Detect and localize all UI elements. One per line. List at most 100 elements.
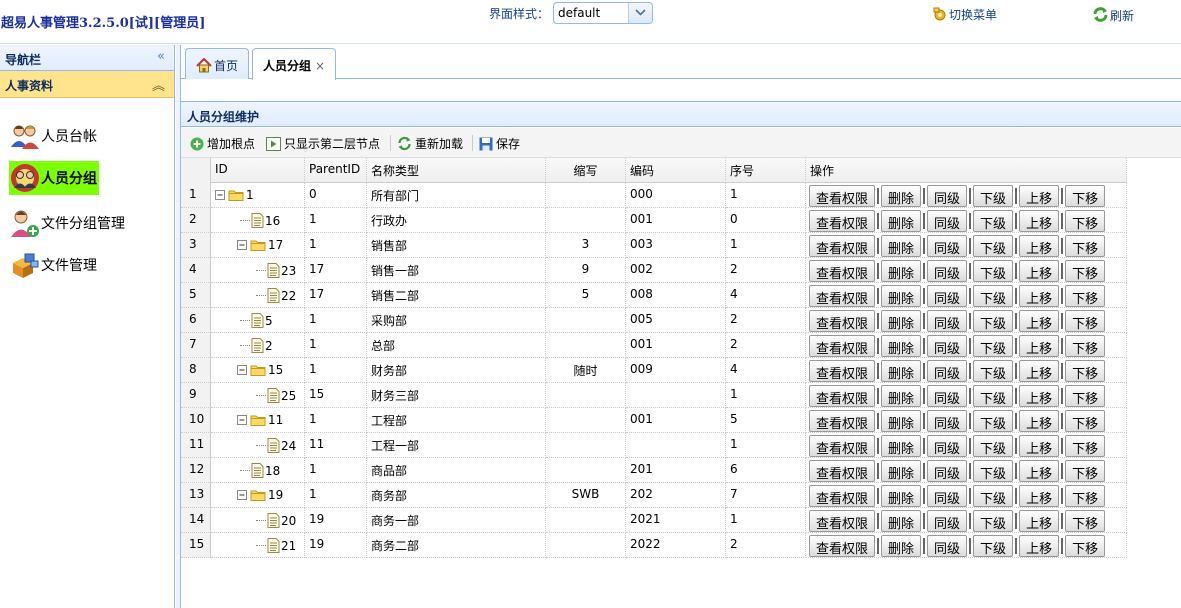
column-header-code[interactable]: 编码 bbox=[626, 158, 726, 183]
move-up-button[interactable]: 上移 bbox=[1019, 409, 1060, 432]
table-row[interactable]: 13 19 1 商务部 SWB 202 7 查看权限 删除 同级 下级 上移 下移 bbox=[181, 483, 1127, 508]
add-child-button[interactable]: 下级 bbox=[973, 359, 1014, 382]
move-down-button[interactable]: 下移 bbox=[1065, 534, 1106, 557]
view-permission-button[interactable]: 查看权限 bbox=[809, 359, 876, 382]
sidebar-item-file-mgmt[interactable]: 文件管理 bbox=[9, 248, 99, 282]
collapse-node-icon[interactable] bbox=[237, 240, 248, 251]
view-permission-button[interactable]: 查看权限 bbox=[809, 484, 876, 507]
add-child-button[interactable]: 下级 bbox=[973, 384, 1014, 407]
delete-button[interactable]: 删除 bbox=[881, 209, 922, 232]
tree-node-cell[interactable]: 5 bbox=[211, 308, 305, 333]
move-down-button[interactable]: 下移 bbox=[1065, 309, 1106, 332]
column-header-parentid[interactable]: ParentID bbox=[305, 158, 367, 183]
add-sibling-button[interactable]: 同级 bbox=[927, 184, 968, 207]
move-down-button[interactable]: 下移 bbox=[1065, 509, 1106, 532]
tree-node-cell[interactable]: 15 bbox=[211, 358, 305, 383]
add-sibling-button[interactable]: 同级 bbox=[927, 309, 968, 332]
add-child-button[interactable]: 下级 bbox=[973, 209, 1014, 232]
move-up-button[interactable]: 上移 bbox=[1019, 534, 1060, 557]
move-down-button[interactable]: 下移 bbox=[1065, 284, 1106, 307]
close-icon[interactable]: × bbox=[315, 59, 325, 73]
tab-staff-group[interactable]: 人员分组 × bbox=[252, 48, 337, 80]
tab-home[interactable]: 首页 bbox=[185, 48, 250, 79]
view-permission-button[interactable]: 查看权限 bbox=[809, 284, 876, 307]
collapse-node-icon[interactable] bbox=[237, 365, 248, 376]
table-row[interactable]: 9 25 15 财务三部 1 查看权限 删除 同级 下级 上移 下移 bbox=[181, 383, 1127, 408]
move-up-button[interactable]: 上移 bbox=[1019, 484, 1060, 507]
collapse-node-icon[interactable] bbox=[237, 415, 248, 426]
tree-node-cell[interactable]: 2 bbox=[211, 333, 305, 358]
collapse-node-icon[interactable] bbox=[237, 490, 248, 501]
sidebar-item-file-group-mgmt[interactable]: 文件分组管理 bbox=[9, 206, 127, 240]
show-level2-button[interactable]: 只显示第二层节点 bbox=[266, 135, 380, 152]
column-header-name[interactable]: 名称类型 bbox=[367, 158, 546, 183]
add-child-button[interactable]: 下级 bbox=[973, 484, 1014, 507]
add-child-button[interactable]: 下级 bbox=[973, 334, 1014, 357]
add-root-button[interactable]: 增加根点 bbox=[190, 135, 255, 152]
move-up-button[interactable]: 上移 bbox=[1019, 234, 1060, 257]
table-row[interactable]: 11 24 11 工程一部 1 查看权限 删除 同级 下级 上移 下移 bbox=[181, 433, 1127, 458]
view-permission-button[interactable]: 查看权限 bbox=[809, 459, 876, 482]
column-header-id[interactable]: ID bbox=[211, 158, 305, 183]
move-down-button[interactable]: 下移 bbox=[1065, 234, 1106, 257]
add-sibling-button[interactable]: 同级 bbox=[927, 459, 968, 482]
move-down-button[interactable]: 下移 bbox=[1065, 209, 1106, 232]
tree-node-cell[interactable]: 11 bbox=[211, 408, 305, 433]
add-sibling-button[interactable]: 同级 bbox=[927, 234, 968, 257]
collapse-node-icon[interactable] bbox=[215, 190, 226, 201]
tree-node-cell[interactable]: 1 bbox=[211, 183, 305, 208]
table-row[interactable]: 14 20 19 商务一部 2021 1 查看权限 删除 同级 下级 上移 下移 bbox=[181, 508, 1127, 533]
add-child-button[interactable]: 下级 bbox=[973, 459, 1014, 482]
view-permission-button[interactable]: 查看权限 bbox=[809, 434, 876, 457]
add-sibling-button[interactable]: 同级 bbox=[927, 434, 968, 457]
table-row[interactable]: 8 15 1 财务部 随时 009 4 查看权限 删除 同级 下级 上移 下移 bbox=[181, 358, 1127, 383]
move-down-button[interactable]: 下移 bbox=[1065, 359, 1106, 382]
move-up-button[interactable]: 上移 bbox=[1019, 509, 1060, 532]
table-row[interactable]: 2 16 1 行政办 001 0 查看权限 删除 同级 下级 上移 下移 bbox=[181, 208, 1127, 233]
delete-button[interactable]: 删除 bbox=[881, 384, 922, 407]
move-down-button[interactable]: 下移 bbox=[1065, 459, 1106, 482]
move-down-button[interactable]: 下移 bbox=[1065, 334, 1106, 357]
view-permission-button[interactable]: 查看权限 bbox=[809, 384, 876, 407]
table-row[interactable]: 15 21 19 商务二部 2022 2 查看权限 删除 同级 下级 上移 下移 bbox=[181, 533, 1127, 558]
table-row[interactable]: 10 11 1 工程部 001 5 查看权限 删除 同级 下级 上移 下移 bbox=[181, 408, 1127, 433]
add-sibling-button[interactable]: 同级 bbox=[927, 509, 968, 532]
delete-button[interactable]: 删除 bbox=[881, 234, 922, 257]
add-child-button[interactable]: 下级 bbox=[973, 259, 1014, 282]
collapse-up-icon[interactable]: ︽ bbox=[152, 75, 165, 94]
view-permission-button[interactable]: 查看权限 bbox=[809, 209, 876, 232]
view-permission-button[interactable]: 查看权限 bbox=[809, 234, 876, 257]
table-row[interactable]: 4 23 17 销售一部 9 002 2 查看权限 删除 同级 下级 上移 下移 bbox=[181, 258, 1127, 283]
move-down-button[interactable]: 下移 bbox=[1065, 184, 1106, 207]
add-child-button[interactable]: 下级 bbox=[973, 309, 1014, 332]
move-down-button[interactable]: 下移 bbox=[1065, 484, 1106, 507]
add-sibling-button[interactable]: 同级 bbox=[927, 284, 968, 307]
delete-button[interactable]: 删除 bbox=[881, 259, 922, 282]
collapse-left-icon[interactable]: « bbox=[157, 49, 165, 64]
delete-button[interactable]: 删除 bbox=[881, 334, 922, 357]
tree-node-cell[interactable]: 17 bbox=[211, 233, 305, 258]
move-up-button[interactable]: 上移 bbox=[1019, 284, 1060, 307]
move-up-button[interactable]: 上移 bbox=[1019, 309, 1060, 332]
theme-select[interactable]: default bbox=[553, 2, 653, 24]
add-child-button[interactable]: 下级 bbox=[973, 434, 1014, 457]
column-header-actions[interactable]: 操作 bbox=[806, 158, 1127, 183]
column-header-order[interactable]: 序号 bbox=[726, 158, 806, 183]
tree-node-cell[interactable]: 25 bbox=[211, 383, 305, 408]
add-child-button[interactable]: 下级 bbox=[973, 409, 1014, 432]
move-up-button[interactable]: 上移 bbox=[1019, 259, 1060, 282]
move-up-button[interactable]: 上移 bbox=[1019, 434, 1060, 457]
delete-button[interactable]: 删除 bbox=[881, 184, 922, 207]
add-sibling-button[interactable]: 同级 bbox=[927, 484, 968, 507]
delete-button[interactable]: 删除 bbox=[881, 284, 922, 307]
view-permission-button[interactable]: 查看权限 bbox=[809, 184, 876, 207]
move-up-button[interactable]: 上移 bbox=[1019, 459, 1060, 482]
add-sibling-button[interactable]: 同级 bbox=[927, 334, 968, 357]
move-up-button[interactable]: 上移 bbox=[1019, 209, 1060, 232]
tree-node-cell[interactable]: 21 bbox=[211, 533, 305, 558]
tree-node-cell[interactable]: 20 bbox=[211, 508, 305, 533]
table-row[interactable]: 5 22 17 销售二部 5 008 4 查看权限 删除 同级 下级 上移 下移 bbox=[181, 283, 1127, 308]
table-row[interactable]: 12 18 1 商品部 201 6 查看权限 删除 同级 下级 上移 下移 bbox=[181, 458, 1127, 483]
sidebar-item-staff-group[interactable]: 人员分组 bbox=[9, 161, 99, 195]
add-sibling-button[interactable]: 同级 bbox=[927, 209, 968, 232]
